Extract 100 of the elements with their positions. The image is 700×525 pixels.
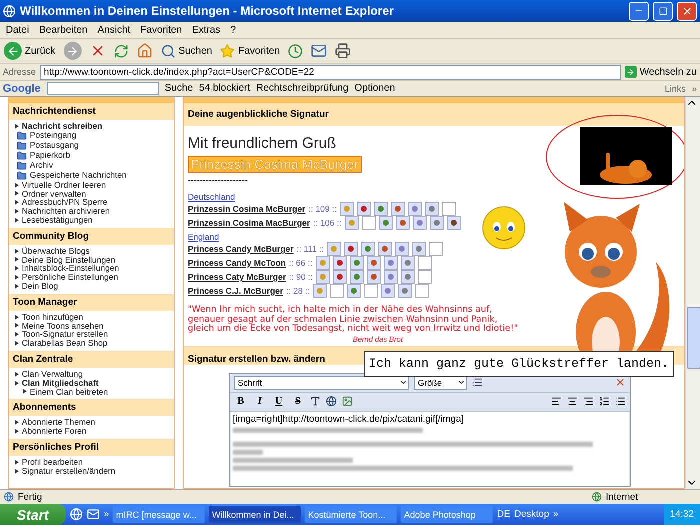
minimize-button[interactable] (629, 2, 649, 20)
menu-link[interactable]: Überwachte Blogs (15, 246, 174, 256)
go-button[interactable]: Wechseln zu (624, 66, 697, 78)
taskbar-button[interactable]: mIRC [message w... (113, 506, 206, 523)
start-button[interactable]: Start (0, 504, 66, 525)
toon-link[interactable]: Princess Candy McBurger (188, 244, 294, 254)
country-link[interactable]: Deutschland (188, 192, 236, 202)
spellcheck-button[interactable]: Rechtschreibprüfung (256, 83, 349, 94)
menu-link[interactable]: Nachrichten archivieren (15, 207, 174, 216)
menu-link[interactable]: Inhaltsblock-Einstellungen (15, 264, 174, 274)
toon-link[interactable]: Princess Caty McBurger (188, 272, 286, 282)
desktop-toolbar[interactable]: Desktop (514, 509, 550, 520)
toon-link[interactable]: Princess Candy McToon (188, 258, 286, 268)
signature-textarea[interactable]: [imga=right]http://toontown-click.de/pix/catani.gif[/imga] (231, 412, 629, 486)
text-color-icon[interactable] (310, 396, 321, 407)
format-button[interactable]: B (234, 396, 248, 407)
bullet-icon (15, 323, 19, 328)
mail-icon[interactable] (311, 43, 328, 59)
format-button[interactable]: S (291, 396, 305, 407)
menu-item[interactable]: Favoriten (140, 24, 182, 36)
close-icon[interactable] (615, 377, 626, 388)
scroll-thumb[interactable] (687, 307, 700, 369)
quick-launch-more[interactable]: » (104, 509, 110, 520)
menu-link[interactable]: Clan Mitgliedschaft (15, 378, 174, 388)
menu-item[interactable]: Datei (6, 24, 30, 36)
back-button[interactable]: Zurück (4, 42, 56, 60)
menu-link[interactable]: Signatur erstellen/ändern (15, 466, 174, 476)
menu-link[interactable]: Archiv (15, 160, 174, 171)
refresh-icon[interactable] (114, 44, 129, 58)
align-right-icon[interactable] (583, 396, 594, 407)
image-icon[interactable] (342, 396, 353, 407)
divider-text: -------------------- (188, 175, 249, 185)
menu-link[interactable]: Posteingang (15, 130, 174, 141)
section-header: Signatur erstellen bzw. ändern (188, 354, 326, 364)
search-button[interactable]: Suchen (160, 44, 212, 58)
menu-link[interactable]: Virtuelle Ordner leeren (15, 180, 174, 190)
align-center-icon[interactable] (567, 396, 578, 407)
close-button[interactable] (677, 2, 697, 20)
menu-link[interactable]: Clarabellas Bean Shop (15, 339, 174, 348)
bullet-icon (15, 248, 19, 254)
format-button[interactable]: I (253, 396, 267, 407)
address-field[interactable]: http://www.toontown-click.de/index.php?act=UserCP&CODE=22 (40, 64, 621, 80)
bullet-icon (23, 389, 27, 394)
language-indicator[interactable]: DE (497, 509, 510, 520)
menu-link[interactable]: Einem Clan beitreten (15, 388, 174, 396)
menu-link[interactable]: Abonnierte Foren (15, 427, 174, 436)
bullet-icon (15, 314, 19, 320)
options-button[interactable]: Optionen (354, 83, 396, 94)
taskbar-button[interactable]: Kostümierte Toon... (305, 506, 398, 523)
taskbar-button[interactable]: Adobe Photoshop (401, 506, 494, 523)
menu-item[interactable]: ? (230, 24, 236, 36)
folder-icon (17, 130, 27, 141)
country-link[interactable]: England (188, 232, 220, 242)
menu-link[interactable]: Ordner verwalten (15, 190, 174, 198)
menu-link[interactable]: Postausgang (15, 140, 174, 151)
history-icon[interactable] (288, 44, 304, 58)
menu-link[interactable]: Abonnierte Themen (15, 418, 174, 428)
menu-link[interactable]: Gespeicherte Nachrichten (15, 170, 174, 181)
score-text: :: 109 :: (308, 204, 337, 214)
toolbar-icon[interactable] (472, 377, 483, 388)
popup-blocker-button[interactable]: 54 blockiert (199, 83, 250, 94)
menu-link[interactable]: Lesebestätigungen (15, 216, 174, 225)
more-links-button[interactable]: » (692, 84, 697, 94)
menu-link[interactable]: Meine Toons ansehen (15, 322, 174, 330)
toon-link[interactable]: Prinzessin Cosima McBurger (188, 204, 306, 214)
toon-link[interactable]: Prinzessin Cosima MacBurger (188, 218, 310, 228)
menu-link[interactable]: Dein Blog (15, 282, 174, 291)
toon-link[interactable]: Princess C.J. McBurger (188, 286, 284, 296)
bullet-icon (15, 380, 19, 386)
menu-link[interactable]: Toon-Signatur erstellen (15, 330, 174, 340)
link-icon[interactable] (326, 396, 337, 407)
menu-item[interactable]: Ansicht (98, 24, 131, 36)
menu-link[interactable]: Adressbuch/PN Sperre (15, 198, 174, 208)
menu-link[interactable]: Papierkorb (15, 150, 174, 161)
mail-icon[interactable] (87, 508, 100, 521)
home-icon[interactable] (136, 43, 153, 59)
font-select[interactable]: Schrift (234, 376, 409, 390)
menu-link[interactable]: Toon hinzufügen (15, 312, 174, 322)
menu-link[interactable]: Clan Verwaltung (15, 370, 174, 379)
folder-icon (17, 170, 27, 181)
taskbar-button[interactable]: Willkommen in Dei... (209, 506, 302, 523)
menu-link[interactable]: Profil bearbeiten (15, 458, 174, 467)
menu-link[interactable]: Nachricht schreiben (15, 122, 174, 131)
google-search-button[interactable]: Suche (164, 83, 194, 94)
print-icon[interactable] (335, 43, 352, 59)
restore-button[interactable] (653, 2, 673, 20)
links-label[interactable]: Links (664, 84, 686, 94)
bullet-list-icon[interactable] (615, 396, 626, 407)
google-search-field[interactable] (46, 82, 159, 95)
menu-link[interactable]: Persönliche Einstellungen (15, 273, 174, 282)
format-button[interactable]: U (272, 396, 286, 407)
favorites-button[interactable]: Favoriten (220, 44, 280, 58)
numbered-list-icon[interactable] (599, 396, 610, 407)
back-arrow-icon (6, 44, 20, 58)
menu-item[interactable]: Bearbeiten (39, 24, 88, 36)
align-left-icon[interactable] (551, 396, 562, 407)
browser-icon[interactable] (70, 508, 83, 521)
toolbar-more[interactable]: » (553, 509, 559, 520)
menu-item[interactable]: Extras (192, 24, 221, 36)
menu-link[interactable]: Deine Blog Einstellungen (15, 256, 174, 264)
